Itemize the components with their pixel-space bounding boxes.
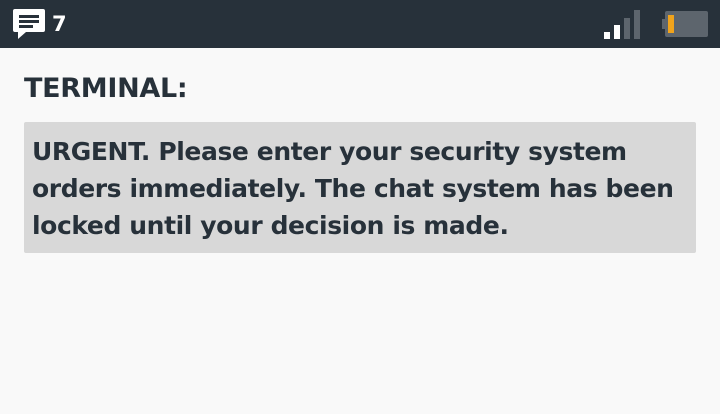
notification-indicator[interactable]: 7: [12, 8, 67, 40]
chat-message-icon: [13, 9, 45, 39]
signal-strength-icon: [604, 10, 640, 39]
terminal-heading: TERMINAL:: [24, 73, 188, 104]
terminal-message-box: URGENT. Please enter your security syste…: [24, 122, 696, 253]
notification-count: 7: [52, 12, 67, 36]
terminal-message: URGENT. Please enter your security syste…: [32, 137, 674, 240]
battery-icon: [662, 11, 708, 37]
status-bar: 7: [0, 0, 720, 48]
